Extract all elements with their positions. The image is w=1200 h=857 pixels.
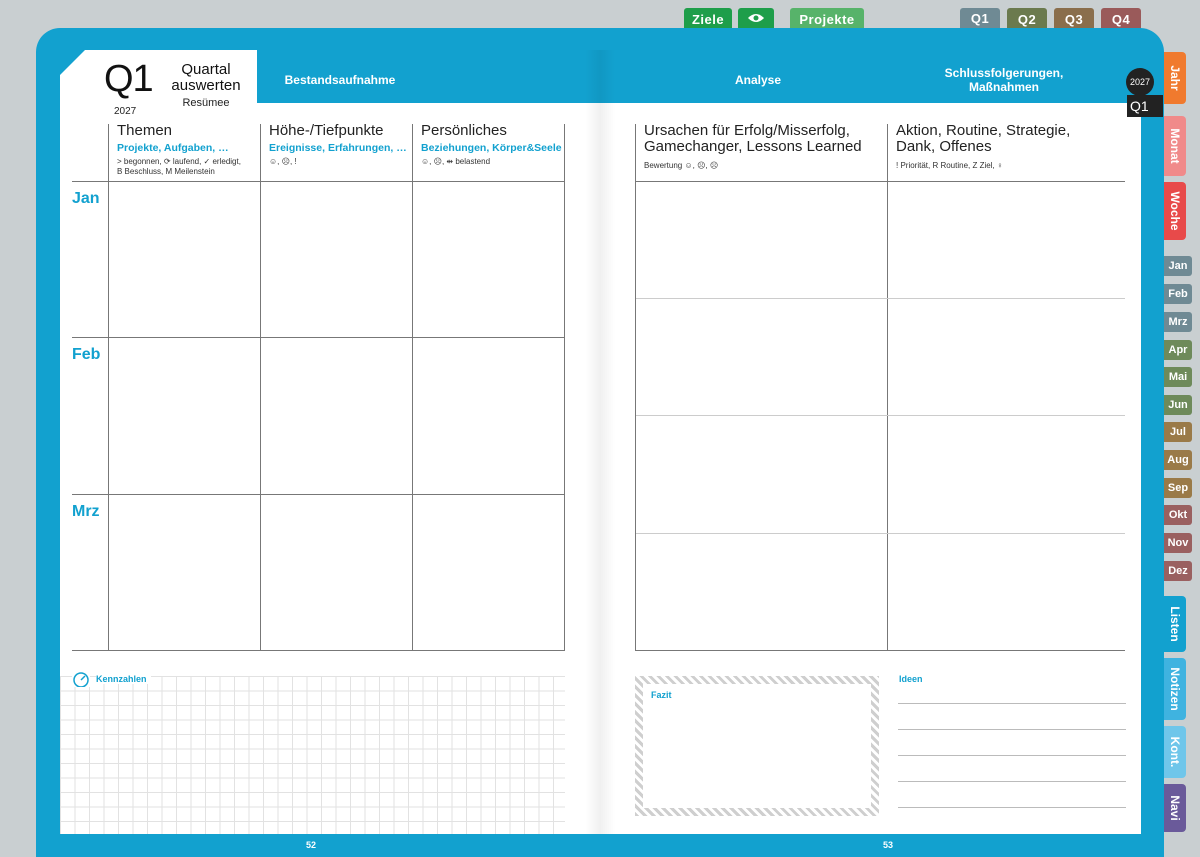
table-line	[636, 298, 1125, 299]
table-line	[72, 650, 565, 651]
page-title: Quartal auswerten	[171, 61, 241, 94]
table-line	[564, 124, 565, 651]
tab-q2[interactable]: Q2	[1007, 8, 1047, 30]
ideen-line	[898, 729, 1126, 730]
column-header-hoehepunkte: Höhe-/Tiefpunkte	[269, 122, 384, 139]
sidetab-notizen[interactable]: Notizen	[1164, 658, 1186, 720]
tab-eye[interactable]	[738, 8, 774, 30]
sidetab-month-dez[interactable]: Dez	[1164, 561, 1192, 581]
table-line	[636, 415, 1125, 416]
section-bestandsaufnahme: Bestandsaufnahme	[284, 73, 396, 87]
table-line	[635, 650, 1125, 651]
fazit-label: Fazit	[651, 690, 672, 700]
quarter-title: Q1	[104, 58, 154, 100]
ideen-label: Ideen	[899, 674, 923, 684]
tab-q3[interactable]: Q3	[1054, 8, 1094, 30]
kennzahlen-grid	[60, 676, 565, 834]
ideen-line	[898, 755, 1126, 756]
table-line	[260, 124, 261, 651]
gauge-icon	[72, 671, 90, 688]
column-header-ursachen: Ursachen für Erfolg/Misserfolg, Gamechan…	[644, 122, 862, 155]
book-spine	[585, 50, 615, 834]
column-note-ursachen: Bewertung ☺, ☹, ☹	[644, 161, 719, 170]
tab-q4[interactable]: Q4	[1101, 8, 1141, 30]
column-note-hoehepunkte: ☺, ☹, !	[269, 157, 297, 166]
table-line	[72, 337, 565, 338]
tab-projekte[interactable]: Projekte	[790, 8, 864, 30]
column-sub-themen: Projekte, Aufgaben, …	[117, 142, 229, 154]
month-label-jan: Jan	[72, 190, 100, 207]
table-line	[887, 124, 888, 651]
column-note-themen: > begonnen, ⟳ laufend, ✓ erledigt, B Bes…	[117, 157, 241, 176]
sidetab-navi[interactable]: Navi	[1164, 784, 1186, 832]
column-note-aktion: ! Priorität, R Routine, Z Ziel, ♀	[896, 161, 1003, 170]
table-line	[636, 533, 1125, 534]
sidetab-month-sep[interactable]: Sep	[1164, 478, 1192, 498]
sidetab-woche[interactable]: Woche	[1164, 182, 1186, 240]
kennzahlen-label: Kennzahlen	[96, 674, 151, 684]
sidetab-month-okt[interactable]: Okt	[1164, 505, 1192, 525]
month-label-mrz: Mrz	[72, 503, 100, 520]
side-quarter-badge: Q1	[1127, 95, 1163, 117]
table-line	[72, 494, 565, 495]
section-analyse: Analyse	[734, 73, 782, 87]
sidetab-month-mai[interactable]: Mai	[1164, 367, 1192, 387]
sidetab-month-jul[interactable]: Jul	[1164, 422, 1192, 442]
table-line	[635, 181, 1125, 182]
sidetab-month-nov[interactable]: Nov	[1164, 533, 1192, 553]
fazit-box	[643, 684, 871, 808]
quarter-year: 2027	[114, 106, 137, 117]
column-note-persoenliches: ☺, ☹, ⇹ belastend	[421, 157, 491, 166]
column-header-aktion: Aktion, Routine, Strategie, Dank, Offene…	[896, 122, 1071, 155]
table-line	[108, 124, 109, 651]
table-line	[635, 124, 636, 651]
tab-ziele[interactable]: Ziele	[684, 8, 732, 30]
sidetab-month-apr[interactable]: Apr	[1164, 340, 1192, 360]
page-number-right: 53	[883, 840, 894, 850]
ideen-line	[898, 807, 1126, 808]
section-schlussfolgerungen: Schlussfolgerungen, Maßnahmen	[944, 66, 1064, 94]
page-number-left: 52	[306, 840, 317, 850]
sidetab-kont[interactable]: Kont.	[1164, 726, 1186, 778]
sidetab-month-jun[interactable]: Jun	[1164, 395, 1192, 415]
column-sub-hoehepunkte: Ereignisse, Erfahrungen, …	[269, 142, 407, 154]
page-subtitle: Resümee	[182, 97, 230, 109]
eye-icon	[747, 12, 765, 27]
ideen-line	[898, 703, 1126, 704]
month-label-feb: Feb	[72, 346, 101, 363]
sidetab-month-mrz[interactable]: Mrz	[1164, 312, 1192, 332]
sidetab-month-feb[interactable]: Feb	[1164, 284, 1192, 304]
sidetab-listen[interactable]: Listen	[1164, 596, 1186, 652]
side-year-badge: 2027	[1126, 68, 1154, 96]
table-line	[72, 181, 565, 182]
column-header-themen: Themen	[117, 122, 173, 139]
sidetab-monat[interactable]: Monat	[1164, 116, 1186, 176]
sidetab-month-aug[interactable]: Aug	[1164, 450, 1192, 470]
column-sub-persoenliches: Beziehungen, Körper&Seele	[421, 142, 562, 154]
sidetab-jahr[interactable]: Jahr	[1164, 52, 1186, 104]
sidetab-month-jan[interactable]: Jan	[1164, 256, 1192, 276]
column-header-persoenliches: Persönliches	[421, 122, 507, 139]
table-line	[412, 124, 413, 651]
ideen-line	[898, 781, 1126, 782]
